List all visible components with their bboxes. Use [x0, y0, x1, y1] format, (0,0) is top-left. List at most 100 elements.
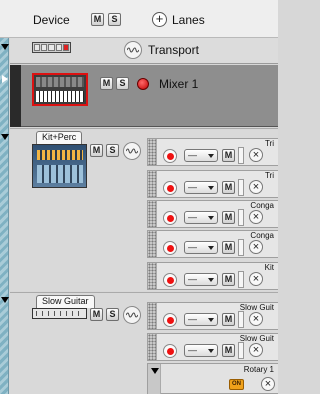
remove-track-icon[interactable]: ×	[249, 148, 263, 162]
record-arm-button[interactable]	[163, 313, 177, 327]
lanes-label[interactable]: Lanes	[172, 13, 205, 27]
input-select-value: —	[188, 212, 197, 222]
volume-slider[interactable]	[238, 311, 244, 328]
input-select[interactable]: —	[184, 181, 218, 194]
header-bar: Device M S + Lanes	[0, 0, 278, 38]
mixer-label: Mixer 1	[159, 77, 199, 91]
input-select[interactable]: —	[184, 313, 218, 326]
mixer-thumbnail[interactable]	[32, 73, 88, 106]
input-select-value: —	[188, 314, 197, 324]
remove-track-icon[interactable]: ×	[249, 272, 263, 286]
rotary-device[interactable]: Rotary 1 ON ×	[147, 363, 278, 394]
kitperc-waveform-icon[interactable]	[123, 142, 141, 160]
kitperc-solo-button[interactable]: S	[106, 144, 119, 157]
transport-row[interactable]: Transport	[10, 38, 278, 64]
remove-track-icon[interactable]: ×	[249, 210, 263, 224]
input-select[interactable]: —	[184, 211, 218, 224]
collapse-rotary-icon[interactable]	[151, 368, 159, 374]
volume-slider[interactable]	[238, 342, 244, 359]
track-row[interactable]: Conga — M ×	[147, 230, 278, 258]
record-arm-button[interactable]	[163, 181, 177, 195]
record-arm-button[interactable]	[163, 241, 177, 255]
mute-all-button[interactable]: M	[91, 13, 104, 26]
input-select-value: —	[188, 345, 197, 355]
mixer-selection-handle[interactable]	[10, 65, 21, 127]
remove-rotary-icon[interactable]: ×	[261, 377, 275, 391]
remove-track-icon[interactable]: ×	[249, 343, 263, 357]
chevron-down-icon	[208, 318, 214, 322]
add-lane-plus-icon[interactable]: +	[152, 12, 167, 27]
transport-label: Transport	[148, 43, 199, 57]
slowguitar-thumbnail[interactable]	[32, 308, 87, 319]
remove-track-icon[interactable]: ×	[249, 180, 263, 194]
track-row[interactable]: Slow Guit — M ×	[147, 333, 278, 361]
input-select[interactable]: —	[184, 149, 218, 162]
track-row[interactable]: Slow Guit — M ×	[147, 302, 278, 330]
collapse-transport-icon[interactable]	[1, 44, 9, 50]
waveform-icon[interactable]	[124, 41, 142, 59]
volume-slider[interactable]	[238, 147, 244, 164]
slowguitar-waveform-icon[interactable]	[123, 306, 141, 324]
solo-all-button[interactable]: S	[108, 13, 121, 26]
record-arm-button[interactable]	[163, 211, 177, 225]
chevron-down-icon	[208, 278, 214, 282]
rotary-on-toggle[interactable]: ON	[229, 379, 244, 390]
group-tab-kitperc[interactable]: Kit+Perc	[36, 131, 83, 144]
volume-slider[interactable]	[238, 209, 244, 226]
volume-slider[interactable]	[238, 179, 244, 196]
track-mute-button[interactable]: M	[222, 211, 235, 224]
track-name: Tri	[264, 171, 274, 180]
volume-slider[interactable]	[238, 239, 244, 256]
group-tab-slowguitar[interactable]: Slow Guitar	[36, 295, 95, 308]
mixer-record-icon[interactable]	[137, 78, 149, 90]
collapse-slowguitar-icon[interactable]	[1, 297, 9, 303]
slowguitar-mute-button[interactable]: M	[90, 308, 103, 321]
track-mute-button[interactable]: M	[222, 273, 235, 286]
track-row[interactable]: Tri — M ×	[147, 138, 278, 166]
device-stripe	[0, 38, 9, 394]
drag-grip[interactable]	[148, 201, 157, 227]
rotary-collapse-grip[interactable]	[148, 364, 161, 394]
device-column-label: Device	[33, 13, 70, 27]
input-select[interactable]: —	[184, 241, 218, 254]
record-arm-button[interactable]	[163, 149, 177, 163]
expand-mixer-icon[interactable]	[2, 75, 8, 83]
input-select-value: —	[188, 242, 197, 252]
chevron-down-icon	[208, 349, 214, 353]
track-row[interactable]: Conga — M ×	[147, 200, 278, 228]
track-mute-button[interactable]: M	[222, 149, 235, 162]
input-select[interactable]: —	[184, 344, 218, 357]
collapse-kitperc-icon[interactable]	[1, 134, 9, 140]
drag-grip[interactable]	[148, 171, 157, 197]
drag-grip[interactable]	[148, 231, 157, 257]
chevron-down-icon	[208, 186, 214, 190]
drag-grip[interactable]	[148, 334, 157, 360]
track-row[interactable]: Tri — M ×	[147, 170, 278, 198]
mixer-solo-button[interactable]: S	[116, 77, 129, 90]
input-select[interactable]: —	[184, 273, 218, 286]
volume-slider[interactable]	[238, 271, 244, 288]
slowguitar-solo-button[interactable]: S	[106, 308, 119, 321]
track-row[interactable]: Kit — M ×	[147, 262, 278, 290]
track-mute-button[interactable]: M	[222, 181, 235, 194]
rotary-label: Rotary 1	[243, 365, 274, 374]
chevron-down-icon	[208, 216, 214, 220]
remove-track-icon[interactable]: ×	[249, 240, 263, 254]
track-mute-button[interactable]: M	[222, 344, 235, 357]
track-mute-button[interactable]: M	[222, 313, 235, 326]
kitperc-mute-button[interactable]: M	[90, 144, 103, 157]
record-arm-button[interactable]	[163, 344, 177, 358]
remove-track-icon[interactable]: ×	[249, 312, 263, 326]
drag-grip[interactable]	[148, 303, 157, 329]
drag-grip[interactable]	[148, 139, 157, 165]
chevron-down-icon	[208, 154, 214, 158]
kitperc-thumbnail[interactable]	[32, 144, 87, 188]
mixer-row[interactable]: M S Mixer 1	[10, 65, 278, 127]
track-name: Tri	[264, 139, 274, 148]
input-select-value: —	[188, 150, 197, 160]
track-name: Slow Guit	[239, 303, 274, 312]
track-mute-button[interactable]: M	[222, 241, 235, 254]
drag-grip[interactable]	[148, 263, 157, 289]
mixer-mute-button[interactable]: M	[100, 77, 113, 90]
record-arm-button[interactable]	[163, 273, 177, 287]
